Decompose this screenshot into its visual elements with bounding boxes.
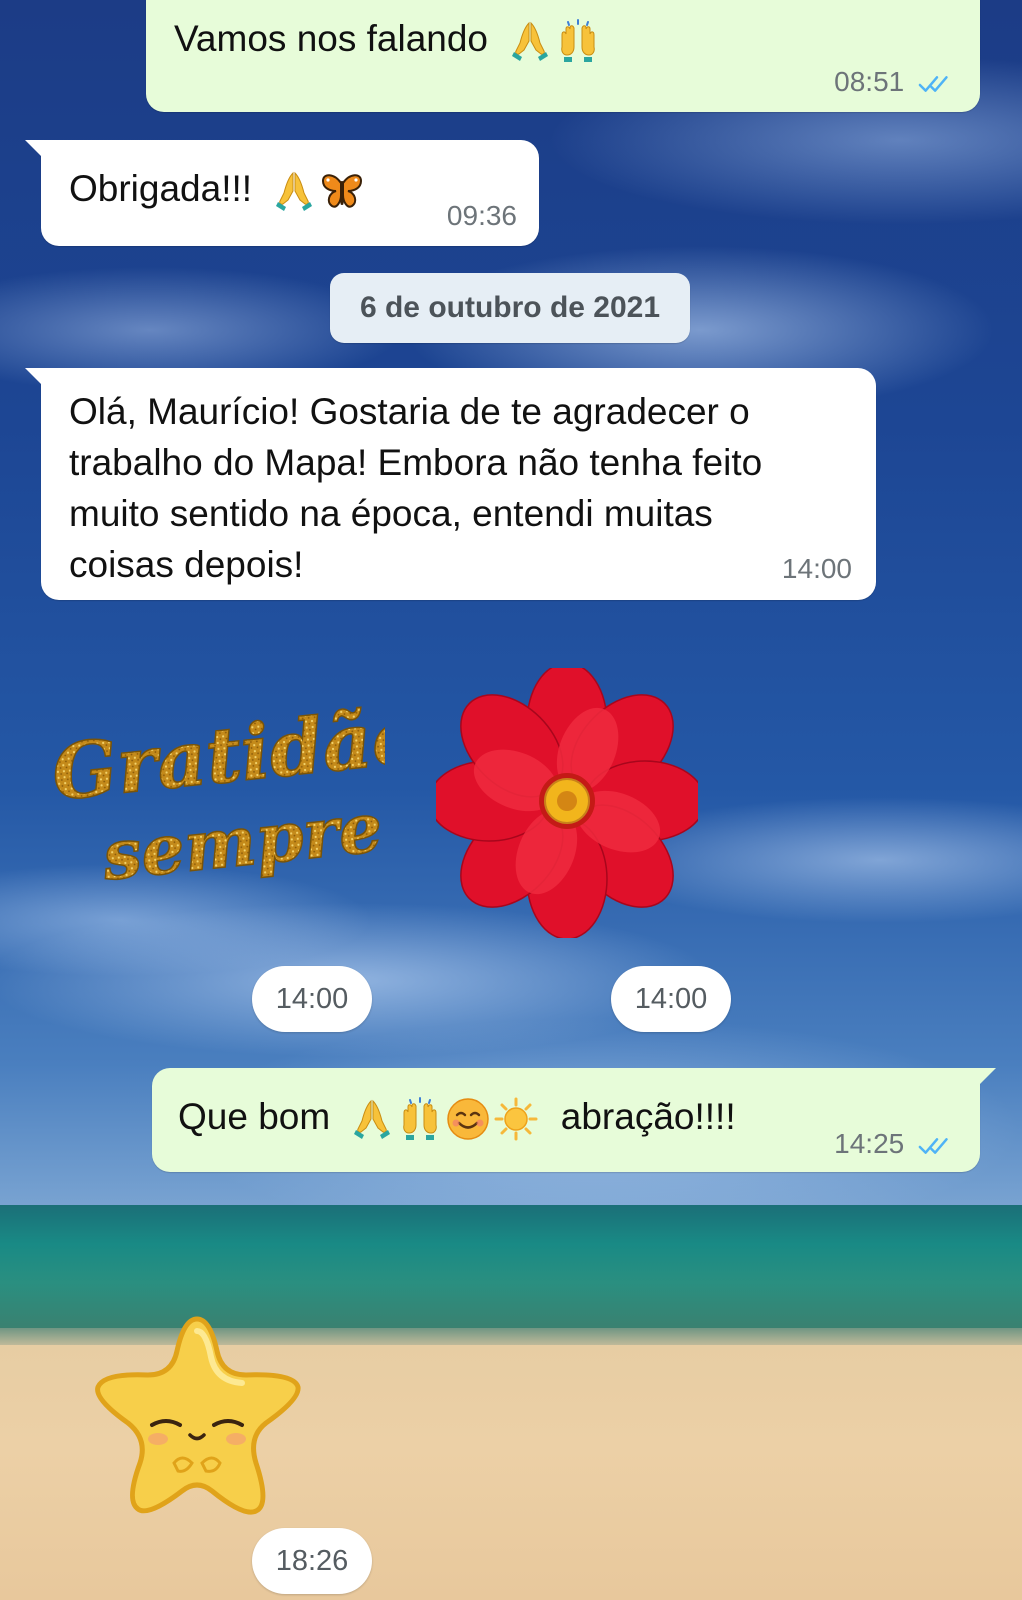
date-separator-label: 6 de outubro de 2021 [359, 291, 661, 324]
read-receipt-icon [918, 73, 956, 95]
message-text: Que bom [178, 1096, 331, 1137]
gratidao-sticker-image: Gratidão sempre! [47, 690, 427, 898]
message-bubble-incoming[interactable]: Olá, Maurício! Gostaria de te agradecer … [25, 368, 876, 600]
message-bubble-outgoing[interactable]: Que bom abraçãо!!!! 14:25 [152, 1068, 996, 1172]
red-flower-image [428, 662, 706, 940]
message-text-line: trabalho do Mapa! Embora não tenha feito [69, 442, 763, 483]
bubble-tail [974, 1068, 996, 1090]
sticker-time: 18:26 [275, 1544, 349, 1577]
read-receipt-icon [918, 1135, 956, 1157]
star-sticker-image [95, 1316, 301, 1515]
raising-hands-emoji [398, 1097, 442, 1141]
message-time: 14:00 [781, 553, 852, 584]
bubble-tail [25, 368, 47, 390]
message-bubble-outgoing[interactable]: Vamos nos falando 08:51 [146, 0, 980, 112]
message-text-line: Olá, Maurício! Gostaria de te agradecer … [69, 391, 750, 432]
gratidao-sticker[interactable]: Gratidão sempre! [45, 690, 427, 930]
message-bubble-incoming[interactable]: Obrigada!!! 09:36 [25, 140, 539, 246]
message-text: Obrigada!!! [69, 168, 253, 209]
sticker-time-chip: 14:00 [252, 966, 372, 1032]
message-text: abraçãо!!!! [560, 1096, 736, 1137]
message-text: Vamos nos falando [174, 18, 489, 59]
sticker-time-chip: 18:26 [252, 1528, 372, 1594]
sticker-time: 14:00 [275, 982, 349, 1015]
date-separator: 6 de outubro de 2021 [330, 273, 690, 343]
message-text-line: muito sentido na época, entendi muitas [69, 493, 713, 534]
red-flower-sticker[interactable] [428, 662, 706, 940]
folded-hands-emoji [350, 1097, 394, 1141]
butterfly-emoji [320, 169, 364, 213]
smiling-face-emoji [446, 1097, 490, 1141]
sticker-time-chip: 14:00 [611, 966, 731, 1032]
sticker-time: 14:00 [634, 982, 708, 1015]
message-text-line: coisas depois! [69, 544, 304, 585]
bubble-tail [25, 140, 47, 162]
message-time: 09:36 [446, 200, 517, 231]
folded-hands-emoji [508, 19, 552, 63]
raising-hands-emoji [556, 19, 600, 63]
message-time: 14:25 [834, 1128, 905, 1159]
star-sticker[interactable] [86, 1313, 308, 1523]
folded-hands-emoji [272, 169, 316, 213]
sun-emoji [494, 1097, 538, 1141]
message-time: 08:51 [834, 66, 905, 97]
